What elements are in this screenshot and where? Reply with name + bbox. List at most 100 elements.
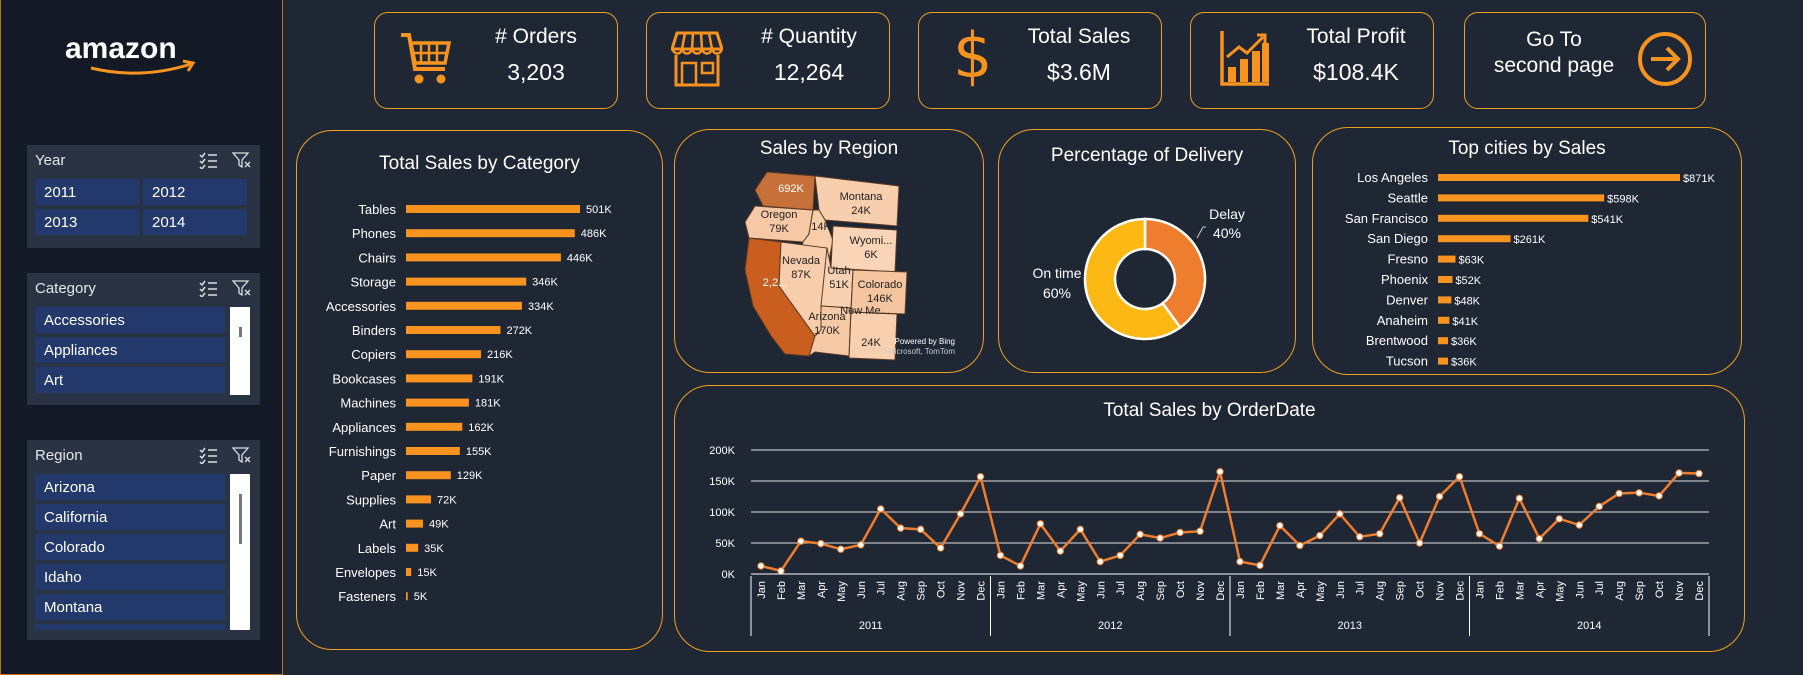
sales-point [1236,557,1244,566]
city-bar [1438,194,1605,202]
category-option[interactable]: Art [35,367,225,393]
delay-leader-line [1196,226,1206,239]
region-option[interactable]: California [35,504,225,530]
map-value-new-mexico: 24K [861,337,881,349]
city-data-label: $63K [1459,255,1485,267]
go-to-second-page-button[interactable]: Go To second page [1464,12,1706,109]
sales-point [1156,534,1164,542]
category-option[interactable]: Appliances [35,337,225,363]
map-label-idaho: 14K [811,221,831,233]
month-tick-label: Mar [1514,581,1526,600]
year-option[interactable]: 2013 [35,209,139,235]
region-map[interactable]: 692K Oregon 79K Montana 24K 14K Wyomi...… [675,130,983,372]
map-label-new-mexico: New Me... [840,305,890,317]
month-tick-label: Dec [1694,581,1706,601]
city-tick-label: Anaheim [1377,313,1428,328]
category-data-label: 15K [417,567,437,579]
sales-point [976,472,985,481]
city-tick-label: Brentwood [1366,333,1428,348]
map-label-nevada: Nevada [782,255,821,267]
city-bar [1438,235,1511,243]
sales-point [1036,520,1045,528]
region-option[interactable]: Colorado [35,534,225,560]
sales-point [1016,562,1025,570]
month-tick-label: Apr [1055,581,1067,598]
select-all-icon[interactable] [198,151,218,169]
category-tick-label: Copiers [351,347,396,362]
category-bar [406,253,561,262]
clear-filter-icon[interactable] [232,279,252,297]
map-value-arizona: 170K [814,325,840,337]
category-tick-label: Accessories [326,299,397,314]
category-data-label: 486K [581,228,607,240]
year-option[interactable]: 2012 [143,179,247,205]
region-slicer-title: Region [35,446,83,464]
city-tick-label: Los Angeles [1357,170,1428,185]
kpi-orders-card: # Orders 3,203 [374,12,618,109]
category-option[interactable]: Accessories [35,307,225,333]
year-option[interactable]: 2014 [143,209,247,235]
sales-point [1276,521,1284,530]
sales-point [1535,534,1544,543]
sales-point [1555,515,1564,523]
city-tick-label: Tucson [1386,354,1428,369]
month-tick-label: Sep [1634,581,1646,601]
clear-filter-icon[interactable] [232,151,252,169]
sales-point [1635,489,1643,497]
year-slicer-title: Year [35,151,66,169]
sales-point [1695,469,1703,478]
clear-filter-icon[interactable] [232,446,252,464]
month-tick-label: Jul [1115,581,1127,595]
year-option[interactable]: 2011 [35,179,139,205]
year-tick-label: 2014 [1577,620,1601,632]
sales-point [777,567,785,575]
sales-point [1196,527,1204,535]
month-tick-label: Feb [776,581,788,600]
category-tick-label: Fasteners [338,589,396,604]
month-tick-label: Jun [1335,581,1347,599]
y-tick-label: 100K [709,507,735,519]
select-all-icon[interactable] [198,279,218,297]
category-scrollbar[interactable] [230,307,250,395]
map-value-nevada: 87K [791,269,811,281]
sales-point [1056,547,1065,555]
category-data-label: 191K [478,373,504,385]
sales-point [1356,533,1364,541]
kpi-sales-value: $3.6M [1047,59,1111,85]
city-data-label: $541K [1591,214,1623,226]
bar-growth-icon [1220,31,1269,86]
month-tick-label: Apr [1534,581,1546,598]
delivery-donut-chart: Delay 40% On time 60% [1032,206,1245,341]
sales-point [1455,472,1464,481]
arrow-right-circle-icon [1638,32,1692,86]
top-cities-panel: Top cities by Sales Los Angeles $871K Seat… [1312,127,1742,375]
category-bar [406,447,460,455]
kpi-profit-value: $108.4K [1313,59,1399,85]
city-bar [1438,316,1450,324]
city-data-label: $52K [1455,275,1481,287]
month-tick-label: Feb [1015,581,1027,600]
region-option[interactable]: Idaho [35,564,225,590]
month-tick-label: Sep [1395,581,1407,601]
y-tick-label: 0K [722,569,736,581]
city-bar [1438,276,1453,283]
month-tick-label: Nov [1674,581,1686,601]
region-option[interactable]: Montana [35,594,225,620]
region-scrollbar[interactable] [230,474,250,630]
sales-point [996,551,1005,560]
category-data-label: 334K [528,301,554,313]
category-bar [406,350,482,359]
shopping-cart-icon [401,33,451,84]
storefront-icon [671,31,723,87]
amazon-logo: amazon [65,32,196,75]
map-label-utah: Utah [827,265,850,277]
month-tick-label: Sep [916,581,928,601]
cities-bar-chart: Los Angeles $871K Seattle $598K San Francisc… [1345,170,1716,369]
sales-point [1495,542,1504,550]
category-tick-label: Chairs [358,250,396,265]
month-tick-label: Dec [1215,581,1227,601]
sales-point [857,541,865,549]
region-option[interactable]: Arizona [35,474,225,500]
kpi-quantity-label: # Quantity [761,25,857,48]
select-all-icon[interactable] [198,446,218,464]
